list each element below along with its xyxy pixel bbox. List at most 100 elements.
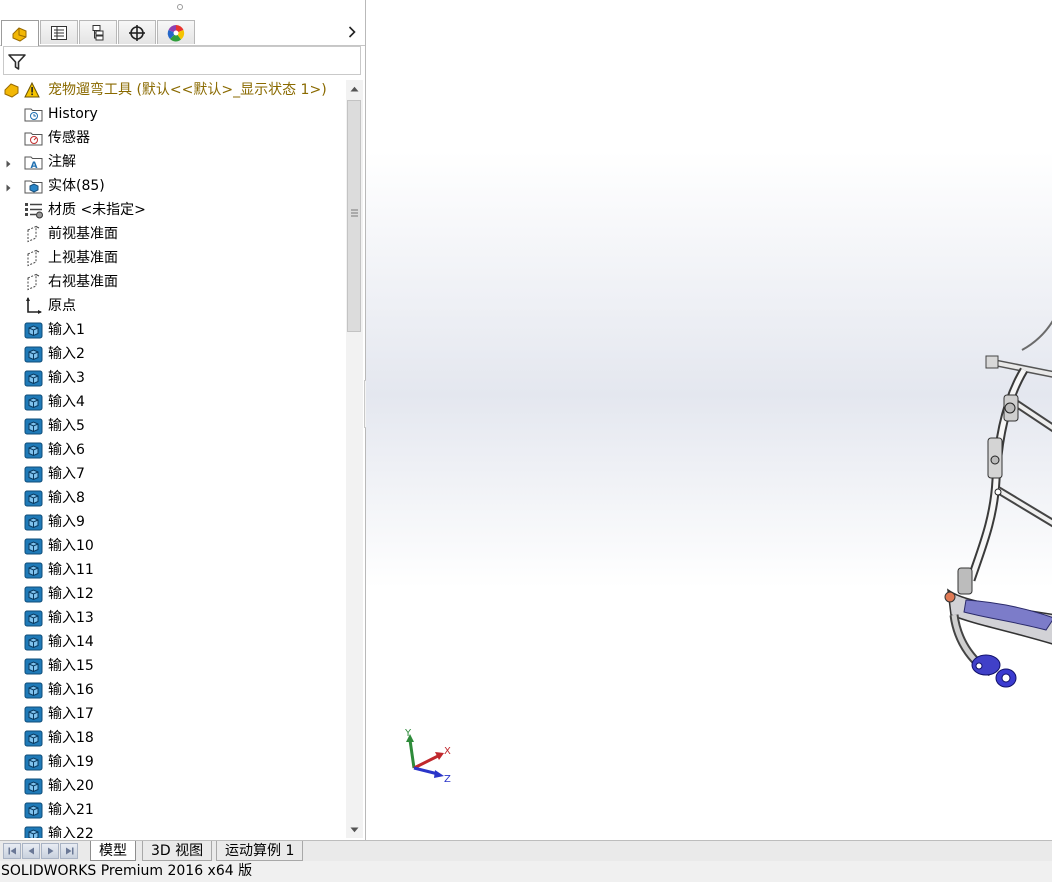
next-tab-button[interactable] (41, 843, 59, 859)
tree-item[interactable]: 右视基准面 (0, 270, 346, 294)
plane-icon (24, 249, 43, 267)
plane-icon (24, 273, 43, 291)
expand-arrow-icon[interactable] (5, 157, 13, 168)
reference-triad: Y X Z (404, 728, 451, 785)
propertymanager-tab[interactable] (40, 20, 78, 44)
featuremanager-icon (12, 26, 27, 42)
tree-item[interactable]: 输入11 (0, 558, 346, 582)
origin-icon (24, 297, 43, 315)
status-text: SOLIDWORKS Premium 2016 x64 版 (1, 863, 253, 879)
tree-item-label: 输入19 (48, 754, 94, 770)
tree-item-label: 注解 (48, 154, 76, 170)
last-tab-button[interactable] (60, 843, 78, 859)
tree-item-label: 输入5 (48, 418, 85, 434)
imported-body-icon (24, 753, 43, 771)
tree-item[interactable]: 输入6 (0, 438, 346, 462)
tree-item[interactable]: 输入19 (0, 750, 346, 774)
tree-filter-input[interactable] (3, 46, 361, 75)
color-wheel-icon (167, 24, 185, 41)
part-warning-icon (3, 81, 43, 99)
tree-item[interactable]: 输入20 (0, 774, 346, 798)
plane-icon (24, 225, 43, 243)
scroll-up-button[interactable] (346, 80, 363, 97)
imported-body-icon (24, 657, 43, 675)
scroll-thumb[interactable] (347, 100, 361, 332)
tree-item[interactable]: 上视基准面 (0, 246, 346, 270)
tree-item[interactable]: 输入17 (0, 702, 346, 726)
tree-root-part[interactable]: 宠物遛弯工具 (默认<<默认>_显示状态 1>) (0, 78, 346, 102)
panel-grip[interactable] (177, 4, 183, 10)
tree-item-label: 输入20 (48, 778, 94, 794)
tree-item[interactable]: 输入8 (0, 486, 346, 510)
tree-item[interactable]: 输入21 (0, 798, 346, 822)
tab-3d-view[interactable]: 3D 视图 (142, 841, 213, 861)
imported-body-icon (24, 825, 43, 838)
scroll-down-button[interactable] (346, 821, 363, 838)
imported-body-icon (24, 537, 43, 555)
tree-item-label: 输入16 (48, 682, 94, 698)
tree-item-label: 输入11 (48, 562, 94, 578)
dimxpertmanager-tab[interactable] (118, 20, 156, 44)
manager-tab-row (0, 18, 365, 46)
tree-item[interactable]: 输入9 (0, 510, 346, 534)
tree-scrollbar[interactable] (346, 80, 363, 838)
imported-body-icon (24, 369, 43, 387)
history-folder-icon (24, 105, 43, 123)
tree-item[interactable]: 输入5 (0, 414, 346, 438)
tree-item-label: 右视基准面 (48, 274, 118, 290)
arrow-up-icon (350, 86, 359, 91)
imported-body-icon (24, 321, 43, 339)
tree-item[interactable]: 输入10 (0, 534, 346, 558)
tree-item[interactable]: 输入7 (0, 462, 346, 486)
tree-item[interactable]: 输入3 (0, 366, 346, 390)
tree-item[interactable]: 传感器 (0, 126, 346, 150)
tree-item[interactable]: 输入4 (0, 390, 346, 414)
tree-item[interactable]: 输入14 (0, 630, 346, 654)
more-tabs-button[interactable] (345, 23, 359, 41)
tree-item[interactable]: 实体(85) (0, 174, 346, 198)
tree-item[interactable]: 输入1 (0, 318, 346, 342)
tree-item[interactable]: 输入2 (0, 342, 346, 366)
imported-body-icon (24, 345, 43, 363)
tree-item[interactable]: 前视基准面 (0, 222, 346, 246)
tree-item-label: 输入21 (48, 802, 94, 818)
next-arrow-icon (47, 847, 53, 855)
tree-item[interactable]: 输入18 (0, 726, 346, 750)
tree-item[interactable]: 输入16 (0, 678, 346, 702)
tree-item[interactable]: 输入15 (0, 654, 346, 678)
imported-body-icon (24, 609, 43, 627)
imported-body-icon (24, 777, 43, 795)
first-tab-button[interactable] (3, 843, 21, 859)
imported-body-icon (24, 681, 43, 699)
imported-body-icon (24, 513, 43, 531)
expand-arrow-icon[interactable] (5, 181, 13, 192)
configurationmanager-tab[interactable] (79, 20, 117, 44)
tree-item[interactable]: 材质 <未指定> (0, 198, 346, 222)
svg-text:A: A (31, 161, 38, 171)
tree-item[interactable]: 原点 (0, 294, 346, 318)
graphics-viewport[interactable]: Y X Z (366, 0, 1052, 840)
configuration-icon (92, 24, 104, 40)
tree-item[interactable]: 输入22 (0, 822, 346, 838)
imported-body-icon (24, 801, 43, 819)
tab-motion-study-1[interactable]: 运动算例 1 (216, 841, 304, 861)
tree-item-label: 输入10 (48, 538, 94, 554)
tree-item[interactable]: A 注解 (0, 150, 346, 174)
imported-body-icon (24, 585, 43, 603)
tree-item-label: 原点 (48, 298, 76, 314)
displaymanager-tab[interactable] (157, 20, 195, 44)
imported-body-icon (24, 417, 43, 435)
imported-body-icon (24, 633, 43, 651)
x-axis (413, 754, 439, 770)
prev-tab-button[interactable] (22, 843, 40, 859)
imported-body-icon (24, 705, 43, 723)
tree-item[interactable]: 输入13 (0, 606, 346, 630)
featuremanager-tab[interactable] (1, 20, 39, 46)
tree-item[interactable]: 输入12 (0, 582, 346, 606)
tree-item[interactable]: History (0, 102, 346, 126)
material-icon (24, 201, 43, 219)
tree-item-label: 输入18 (48, 730, 94, 746)
first-arrow-icon (8, 847, 16, 855)
tab-model[interactable]: 模型 (90, 841, 136, 861)
tree-item-label: 宠物遛弯工具 (默认<<默认>_显示状态 1>) (48, 82, 327, 98)
